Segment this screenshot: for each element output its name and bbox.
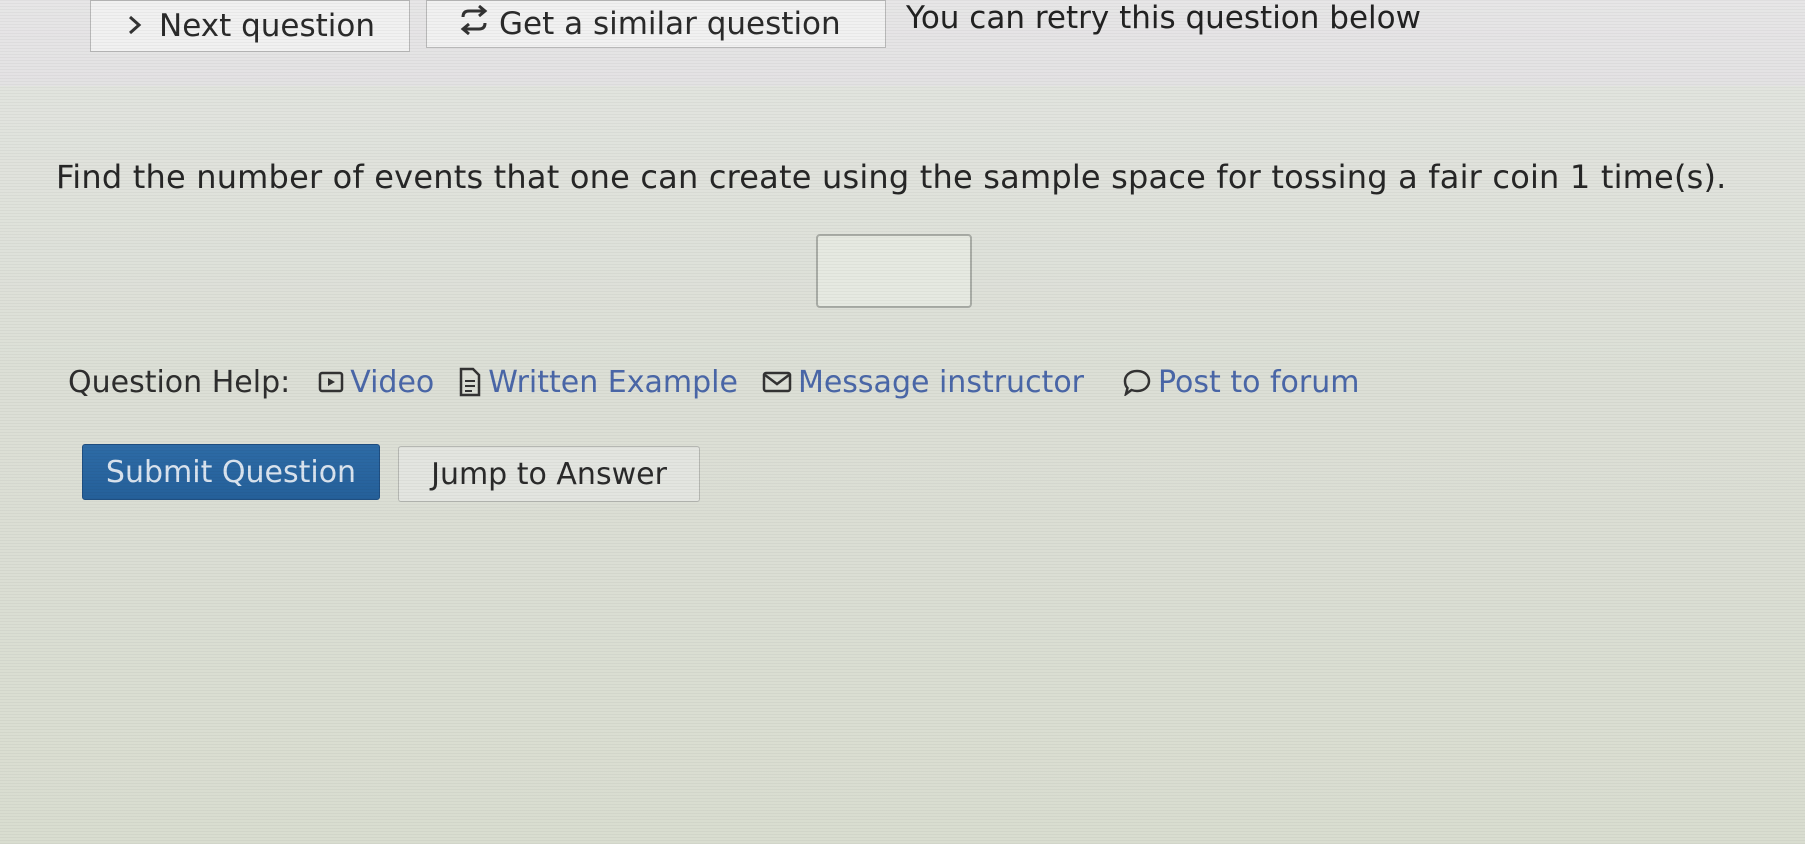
next-question-button[interactable]: Next question — [90, 0, 410, 52]
help-link-video[interactable]: Video — [318, 365, 434, 400]
question-toolbar: Next question Get a similar question You… — [0, 0, 1805, 86]
speech-bubble-icon — [1122, 368, 1152, 396]
envelope-icon — [762, 370, 792, 394]
help-link-message-instructor-label: Message instructor — [797, 364, 1085, 400]
help-link-message-instructor[interactable]: Message instructor — [762, 365, 1084, 400]
help-link-video-label: Video — [350, 364, 435, 400]
question-text: Find the number of events that one can c… — [56, 158, 1727, 196]
chevron-right-icon — [127, 8, 143, 44]
jump-to-answer-button[interactable]: Jump to Answer — [398, 446, 700, 502]
help-link-post-to-forum-label: Post to forum — [1158, 364, 1360, 400]
help-link-written-example-label: Written Example — [488, 364, 738, 400]
similar-question-button[interactable]: Get a similar question — [426, 0, 886, 48]
question-help-row: Question Help: Video Written Example Mes… — [68, 362, 1383, 402]
submit-question-button[interactable]: Submit Question — [82, 444, 380, 500]
similar-question-label: Get a similar question — [499, 6, 841, 42]
refresh-icon — [457, 4, 491, 43]
video-icon — [318, 370, 344, 394]
answer-input[interactable] — [816, 234, 972, 308]
next-question-label: Next question — [159, 8, 376, 44]
retry-note: You can retry this question below — [906, 0, 1421, 36]
question-help-label: Question Help: — [68, 364, 291, 400]
help-link-post-to-forum[interactable]: Post to forum — [1122, 365, 1359, 400]
document-icon — [458, 367, 482, 397]
help-link-written-example[interactable]: Written Example — [458, 365, 738, 400]
